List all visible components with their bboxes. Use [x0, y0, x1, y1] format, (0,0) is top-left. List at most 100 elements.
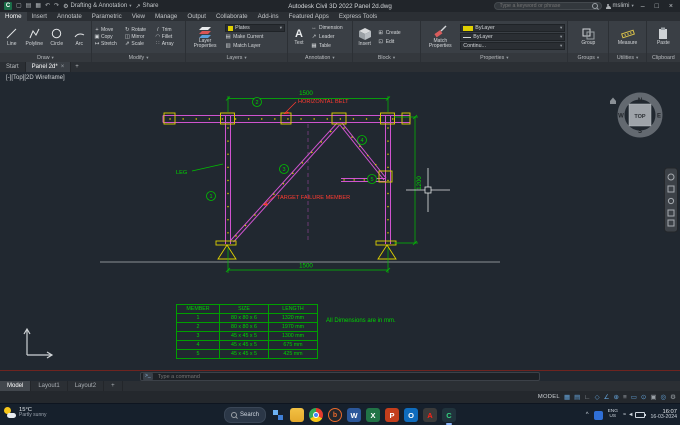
modify-panel-flyout[interactable]: Modify ▾ [92, 53, 186, 62]
excel-icon[interactable]: X [366, 408, 381, 422]
block-panel-flyout[interactable]: Block ▾ [352, 53, 421, 62]
weather-widget[interactable]: 15°C Partly sunny [4, 407, 47, 419]
minimize-button[interactable]: – [638, 3, 648, 10]
command-input[interactable] [155, 372, 537, 381]
clock[interactable]: 16:07 16-03-2024 [650, 409, 677, 422]
circle-button[interactable]: Circle [47, 27, 67, 47]
utilities-panel-flyout[interactable]: Utilities ▾ [609, 53, 646, 62]
match-layer-button[interactable]: ▥ Match Layer [225, 42, 285, 50]
viewcube[interactable]: TOP N S W E [610, 92, 663, 138]
workspace-icon[interactable]: ◎ [661, 393, 667, 401]
make-current-button[interactable]: ▤ Make Current [225, 33, 285, 41]
gusset-plates[interactable] [163, 112, 411, 260]
match-properties-button[interactable]: Match Properties [423, 25, 457, 50]
word-icon[interactable]: W [347, 408, 362, 422]
layer-properties-button[interactable]: Layer Properties [188, 25, 222, 50]
lineweight-select[interactable]: ByLayer ▾ [460, 33, 566, 41]
ucs-icon[interactable] [23, 327, 54, 359]
language-switcher[interactable]: ENG US [608, 409, 618, 420]
tab-view[interactable]: View [127, 12, 150, 21]
draw-panel-flyout[interactable]: Draw ▾ [0, 53, 91, 62]
tab-layout2[interactable]: Layout2 [68, 381, 105, 391]
chrome-icon[interactable] [309, 408, 324, 422]
civil3d-logo-icon[interactable]: C [4, 2, 12, 10]
stretch-button[interactable]: ↦ Stretch [94, 41, 122, 47]
outlook-icon[interactable]: O [404, 408, 419, 422]
tab-addins[interactable]: Add-ins [253, 12, 284, 21]
dimension-button[interactable]: ↔ Dimension [311, 24, 350, 32]
onedrive-tray-icon[interactable] [593, 410, 603, 420]
angle-toggle-icon[interactable]: ∠ [604, 393, 610, 401]
tab-insert[interactable]: Insert [27, 12, 52, 21]
powerpoint-icon[interactable]: P [385, 408, 400, 422]
open-file-icon[interactable]: ▤ [26, 2, 32, 10]
callout-labels[interactable]: HORIZONTAL BELT LEG TARGET FAILURE MEMBE… [176, 99, 350, 206]
redo-icon[interactable]: ↷ [54, 2, 59, 10]
grid-toggle-icon[interactable]: ▦ [564, 393, 570, 401]
tab-start[interactable]: Start [0, 62, 26, 72]
restore-button[interactable]: □ [652, 3, 662, 10]
leader-button[interactable]: ↗ Leader [311, 33, 350, 41]
viewcube-home-icon[interactable] [610, 97, 616, 105]
taskbar-search[interactable]: Search [223, 407, 267, 423]
system-tray-icons[interactable]: ≈ ◄ [623, 412, 647, 418]
workspace-switcher[interactable]: ⚙ Drafting & Annotation ▾ [63, 3, 131, 10]
task-view-icon[interactable] [271, 408, 285, 422]
mirror-button[interactable]: ◫ Mirror [124, 34, 152, 40]
edit-block-button[interactable]: ⊡ Edit [378, 38, 419, 46]
polyline-button[interactable]: Polyline [25, 27, 45, 47]
close-button[interactable]: × [666, 3, 676, 10]
array-button[interactable]: ∷ Array [155, 41, 183, 47]
tab-parametric[interactable]: Parametric [87, 12, 127, 21]
layers-panel-flyout[interactable]: Layers ▾ [186, 53, 287, 62]
close-tab-icon[interactable]: × [61, 64, 65, 70]
selection-cycling-icon[interactable]: ▭ [631, 393, 637, 401]
linetype-select[interactable]: Continu... ▾ [460, 42, 566, 50]
tab-layout1[interactable]: Layout1 [31, 381, 68, 391]
customization-gear-icon[interactable]: ⚙ [670, 393, 676, 401]
tab-output[interactable]: Output [182, 12, 211, 21]
civil3d-taskbar-icon[interactable]: C [442, 408, 457, 425]
share-button[interactable]: ↗ Share [135, 3, 158, 10]
command-line[interactable]: >_ [140, 372, 540, 381]
save-file-icon[interactable]: ▦ [35, 2, 41, 10]
undo-icon[interactable]: ↶ [45, 2, 50, 10]
tab-collaborate[interactable]: Collaborate [211, 12, 253, 21]
snap-toggle-icon[interactable]: ▤ [574, 393, 580, 401]
lineweight-toggle-icon[interactable]: ≡ [623, 394, 627, 401]
viewport-controls[interactable]: [-][Top][2D Wireframe] [6, 75, 65, 81]
line-button[interactable]: Line [2, 27, 22, 47]
help-search-box[interactable] [493, 2, 602, 10]
table-button[interactable]: ▦ Table [311, 42, 350, 50]
acrobat-icon[interactable]: A [423, 408, 438, 422]
group-button[interactable]: Group [581, 27, 595, 47]
properties-panel-flyout[interactable]: Properties ▾ [421, 53, 568, 62]
layer-select[interactable]: Plates ▾ [225, 24, 285, 32]
new-file-icon[interactable]: ▢ [16, 2, 22, 10]
copy-button[interactable]: ▣ Copy [94, 34, 122, 40]
tab-express-tools[interactable]: Express Tools [334, 12, 382, 21]
new-layout-button[interactable]: + [104, 381, 123, 391]
rotate-button[interactable]: ↻ Rotate [124, 27, 152, 33]
trim-button[interactable]: / Trim [155, 27, 183, 33]
new-drawing-tab-button[interactable]: + [71, 62, 83, 72]
annotation-scale-icon[interactable]: ▣ [650, 393, 656, 401]
tab-manage[interactable]: Manage [150, 12, 182, 21]
create-block-button[interactable]: ⊞ Create [378, 29, 419, 37]
measure-button[interactable]: Measure [618, 27, 637, 47]
cad-drawing[interactable]: 1500 1500 1200 HORIZONTAL BELT LEG TARGE… [0, 72, 680, 370]
groups-panel-flyout[interactable]: Groups ▾ [568, 53, 609, 62]
help-search-input[interactable] [497, 2, 589, 10]
brave-browser-icon[interactable]: b [328, 408, 343, 422]
member-table[interactable]: MEMBER SIZE LENGTH 1 80 x 80 x 6 1320 mm 2… [176, 304, 318, 359]
tracking-toggle-icon[interactable]: ⊙ [641, 393, 646, 401]
tab-annotate[interactable]: Annotate [52, 12, 87, 21]
polar-toggle-icon[interactable]: ◇ [595, 393, 600, 401]
object-color-select[interactable]: ByLayer ▾ [460, 24, 566, 32]
scale-button[interactable]: ⇗ Scale [124, 41, 152, 47]
arc-button[interactable]: Arc [70, 27, 90, 47]
tab-model[interactable]: Model [0, 381, 32, 391]
annotation-panel-flyout[interactable]: Annotation ▾ [288, 53, 352, 62]
model-space-canvas[interactable]: [-][Top][2D Wireframe] 1500 1500 1200 HO… [0, 72, 680, 370]
tab-home[interactable]: Home [0, 12, 27, 21]
